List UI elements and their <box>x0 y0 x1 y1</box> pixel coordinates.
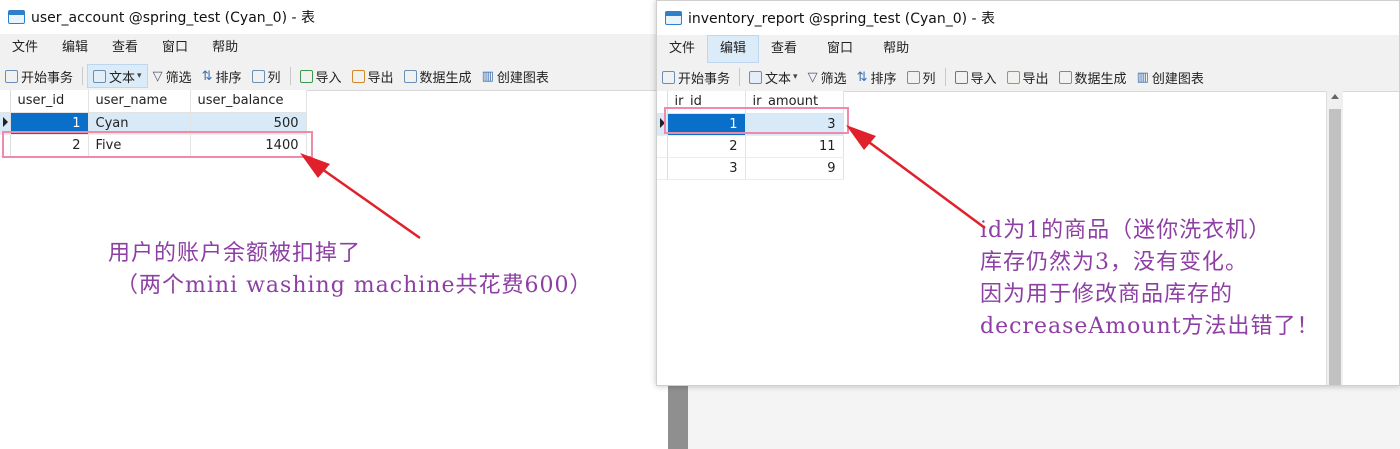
arrow-left <box>300 153 421 240</box>
arrow-right <box>846 125 986 230</box>
annotation-arrows <box>300 125 986 240</box>
